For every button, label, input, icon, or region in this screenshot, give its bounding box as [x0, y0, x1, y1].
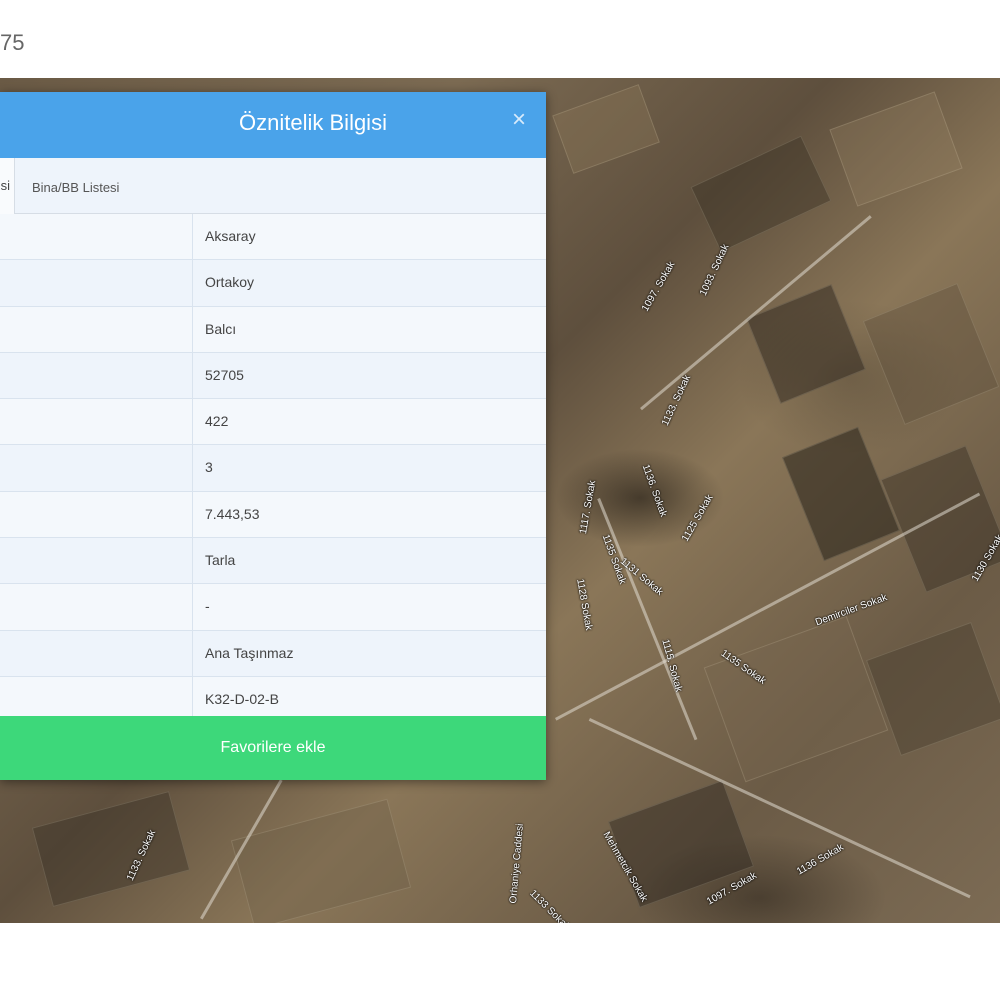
map-field: [690, 135, 832, 253]
header-fragment-text: 75: [0, 30, 25, 55]
street-label: 1128 Sokak: [574, 578, 595, 632]
table-row: 422: [0, 399, 546, 446]
table-row: -: [0, 584, 546, 631]
street-label: Demirciler Sokak: [814, 592, 889, 629]
street-label: 1115. Sokak: [659, 638, 685, 694]
table-row: 52705: [0, 352, 546, 400]
dialog-tabs: si Bina/BB Listesi: [0, 158, 546, 214]
street-label: Orhaniye Caddesi: [508, 823, 526, 904]
map-field: [862, 282, 1000, 426]
dialog-title: Öznitelik Bilgisi: [239, 110, 387, 135]
row-value: Ana Taşınmaz: [205, 644, 294, 661]
map-field: [31, 791, 191, 907]
dialog-header: Öznitelik Bilgisi ×: [0, 92, 546, 158]
page: 75 1097. Sokak 1093. Sokak 1133. Sokak 1…: [0, 0, 1000, 1000]
map-field: [552, 84, 660, 174]
street-label: 1093. Sokak: [698, 242, 732, 298]
row-value: 422: [205, 413, 229, 430]
table-row: Ortakoy: [0, 260, 546, 307]
attribute-info-dialog: Öznitelik Bilgisi × si Bina/BB Listesi A…: [0, 92, 546, 780]
map-field: [829, 91, 963, 207]
tab-attributes-label: si: [0, 178, 10, 193]
map-field: [865, 621, 1000, 757]
row-value: 52705: [205, 366, 244, 383]
street-label: 1097. Sokak: [640, 259, 678, 314]
street-label: 1136. Sokak: [639, 463, 669, 519]
map-field: [703, 615, 889, 783]
row-value: 3: [205, 459, 213, 476]
attribute-table: Aksaray Ortakoy Balcı 52705 422 3 7.443,…: [0, 214, 546, 724]
row-value: Aksaray: [205, 228, 256, 244]
table-row: 3: [0, 445, 546, 492]
tab-attributes[interactable]: si: [0, 158, 15, 214]
map-field: [782, 426, 900, 562]
tab-bina-bb-listesi[interactable]: Bina/BB Listesi: [32, 180, 119, 195]
street-label: 1117. Sokak: [578, 479, 599, 535]
table-row: Tarla: [0, 538, 546, 585]
row-value: 7.443,53: [205, 505, 260, 522]
street-label: 1136 Sokak: [795, 841, 846, 878]
row-value: Ortakoy: [205, 274, 255, 291]
street-label: 1133 Sokak: [527, 888, 572, 923]
street-label: 1125 Sokak: [680, 492, 716, 544]
table-row: Balcı: [0, 306, 546, 353]
table-row: 7.443,53: [0, 491, 546, 539]
add-to-favorites-button[interactable]: Favorilere ekle: [0, 716, 546, 780]
row-value: K32-D-02-B: [205, 690, 279, 707]
row-value: -: [205, 598, 210, 615]
table-row: Ana Taşınmaz: [0, 630, 546, 677]
row-value: Balcı: [205, 320, 237, 337]
row-value: Tarla: [205, 552, 236, 569]
table-row: Aksaray: [0, 214, 546, 261]
close-icon[interactable]: ×: [508, 108, 530, 132]
street-label: 1133. Sokak: [660, 373, 694, 428]
